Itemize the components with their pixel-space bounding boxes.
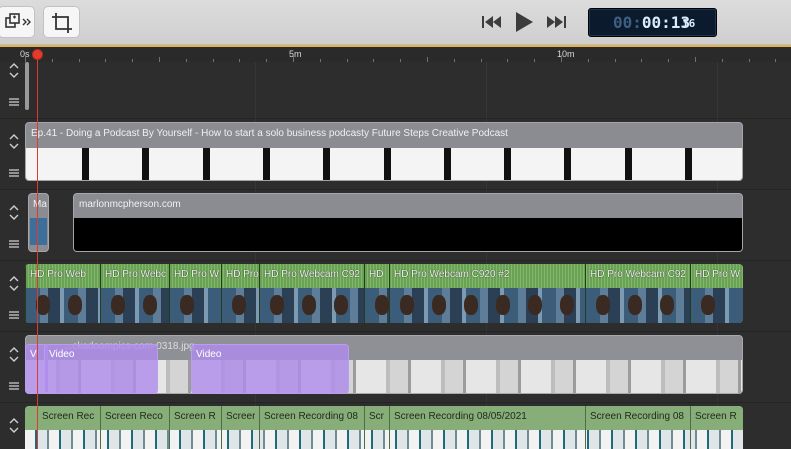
screen-recording-segment[interactable]: Screen Rec: [37, 406, 100, 449]
podcast-bar: [685, 148, 692, 180]
webcam-segment[interactable]: HD Pro W: [169, 264, 221, 323]
track-control-6[interactable]: [0, 413, 24, 449]
screen-recording-segment[interactable]: Scr: [364, 406, 389, 449]
chevron-up-down-icon[interactable]: [0, 129, 24, 181]
screen-recording-label: Scr: [369, 411, 384, 422]
podcast-bar: [443, 148, 451, 180]
crop-button[interactable]: [43, 6, 80, 38]
webcam-segment-label: HD Pro Webcam C92: [264, 269, 360, 280]
website-clip-title: marlonmcpherson.com: [79, 199, 181, 210]
crop-icon: [52, 13, 72, 33]
chevron-up-down-icon[interactable]: [0, 58, 24, 110]
ruler-tick: [561, 55, 562, 62]
webcam-segment-label: HD Pro: [226, 269, 259, 280]
screen-recording-label: Screen R: [695, 411, 737, 422]
play-icon[interactable]: [512, 9, 536, 35]
podcast-bar: [82, 148, 89, 180]
playhead-handle[interactable]: [32, 49, 43, 60]
chevron-up-down-icon[interactable]: [0, 200, 24, 252]
webcam-segment-label: HD Pro Webcam C920 #2: [394, 269, 510, 280]
webcam-segment-label: HD: [369, 269, 384, 280]
podcast-bar: [564, 148, 572, 180]
ruler-label-5m: 5m: [289, 49, 302, 59]
webcam-segment[interactable]: HD Pro Webcam C920 #2: [389, 264, 585, 323]
skip-forward-icon[interactable]: [544, 10, 568, 34]
webcam-segment[interactable]: HD Pro: [221, 264, 259, 323]
webcam-segment-label: HD Pro W: [174, 269, 219, 280]
toolbar: 00:00:13 16: [0, 0, 791, 45]
webcam-segment[interactable]: HD: [364, 264, 389, 323]
webcam-segment[interactable]: HD Pro Webcam C92: [259, 264, 364, 323]
chevron-up-down-icon[interactable]: [0, 342, 24, 394]
webcam-segment[interactable]: HD Pro Webcam C92: [585, 264, 690, 323]
track-control-5[interactable]: [0, 342, 24, 394]
video-editor-window: 00:00:13 16 0s 5m 10m Ep.41 - Doing a Po…: [0, 0, 791, 449]
video-overlay-a-label: Video: [49, 349, 75, 360]
screen-recording-label: Screen Recording 08: [590, 411, 684, 422]
webcam-segment-label: HD Pro Webc: [105, 269, 166, 280]
screen-recording-group[interactable]: Screen Rec Screen Reco Screen R Screer Scree…: [25, 406, 743, 449]
webcam-segment-label: HD Pro Web: [30, 269, 86, 280]
webcam-segment-label: HD Pro Webcam C92: [590, 269, 686, 280]
copy-layers-icon: [5, 13, 31, 28]
clip-layout-button[interactable]: [0, 6, 35, 38]
screen-recording-label: Screer: [226, 411, 256, 422]
screen-recording-label: Screen Recording 08/05/2021: [394, 411, 527, 422]
track-control-3[interactable]: [0, 200, 24, 252]
webcam-clip-group[interactable]: HD Pro Web HD Pro Webc HD Pro W HD Pro HD Pr…: [25, 264, 743, 323]
website-clip[interactable]: marlonmcpherson.com: [73, 193, 743, 252]
ruler-label-10m: 10m: [557, 49, 575, 59]
timecode-display: 00:00:13 16: [588, 8, 717, 37]
video-overlay-b[interactable]: Video: [191, 344, 349, 394]
chevron-up-down-icon[interactable]: [0, 271, 24, 323]
ruler-tick: [25, 55, 26, 62]
video-overlay-a[interactable]: Video: [44, 344, 158, 394]
timecode-dim: 00:: [613, 13, 642, 32]
podcast-clip-title: Ep.41 - Doing a Podcast By Yourself - Ho…: [31, 128, 508, 139]
podcast-bars: [26, 148, 742, 180]
screen-recording-segment[interactable]: Screen R: [690, 406, 743, 449]
screen-recording-label: Screen R: [174, 411, 216, 422]
skip-back-icon[interactable]: [480, 10, 504, 34]
timeline-tracks: Ep.41 - Doing a Podcast By Yourself - Ho…: [0, 62, 791, 449]
podcast-bar: [142, 148, 150, 180]
podcast-bar: [624, 148, 632, 180]
podcast-bar: [202, 148, 210, 180]
podcast-bar: [504, 148, 512, 180]
webcam-segment-label: HD Pro W: [695, 269, 740, 280]
screen-recording-label: Screen Recording 08: [264, 411, 358, 422]
track-control-2[interactable]: [0, 129, 24, 181]
track-scroll-indicator[interactable]: [25, 62, 29, 110]
video-overlay-b-label: Video: [196, 349, 222, 360]
track-control-4[interactable]: [0, 271, 24, 323]
timecode-frames: 16: [682, 17, 696, 30]
screen-recording-segment[interactable]: Screen Recording 08: [585, 406, 690, 449]
screen-recording-label: Screen Rec: [42, 411, 95, 422]
podcast-clip[interactable]: Ep.41 - Doing a Podcast By Yourself - Ho…: [25, 122, 743, 181]
screen-recording-segment[interactable]: Screen R: [169, 406, 221, 449]
ruler-tick: [293, 55, 294, 62]
screen-recording-segment[interactable]: Screer: [221, 406, 259, 449]
webcam-segment[interactable]: HD Pro Webc: [100, 264, 169, 323]
track-control-1[interactable]: [0, 58, 24, 110]
webcam-segment[interactable]: HD Pro W: [690, 264, 743, 323]
screen-recording-label: Screen Reco: [105, 411, 163, 422]
time-ruler[interactable]: 0s 5m 10m: [0, 45, 791, 62]
playhead-line: [37, 55, 38, 449]
podcast-bar: [383, 148, 391, 180]
podcast-bar: [323, 148, 331, 180]
small-gray-clip[interactable]: Ma: [28, 193, 49, 252]
small-clip-label: Ma: [33, 199, 47, 210]
chevron-up-down-icon[interactable]: [0, 413, 24, 449]
screen-recording-segment[interactable]: Screen Reco: [100, 406, 169, 449]
screen-recording-segment[interactable]: Screen Recording 08: [259, 406, 364, 449]
screen-recording-segment[interactable]: Screen Recording 08/05/2021: [389, 406, 585, 449]
podcast-bar: [262, 148, 270, 180]
